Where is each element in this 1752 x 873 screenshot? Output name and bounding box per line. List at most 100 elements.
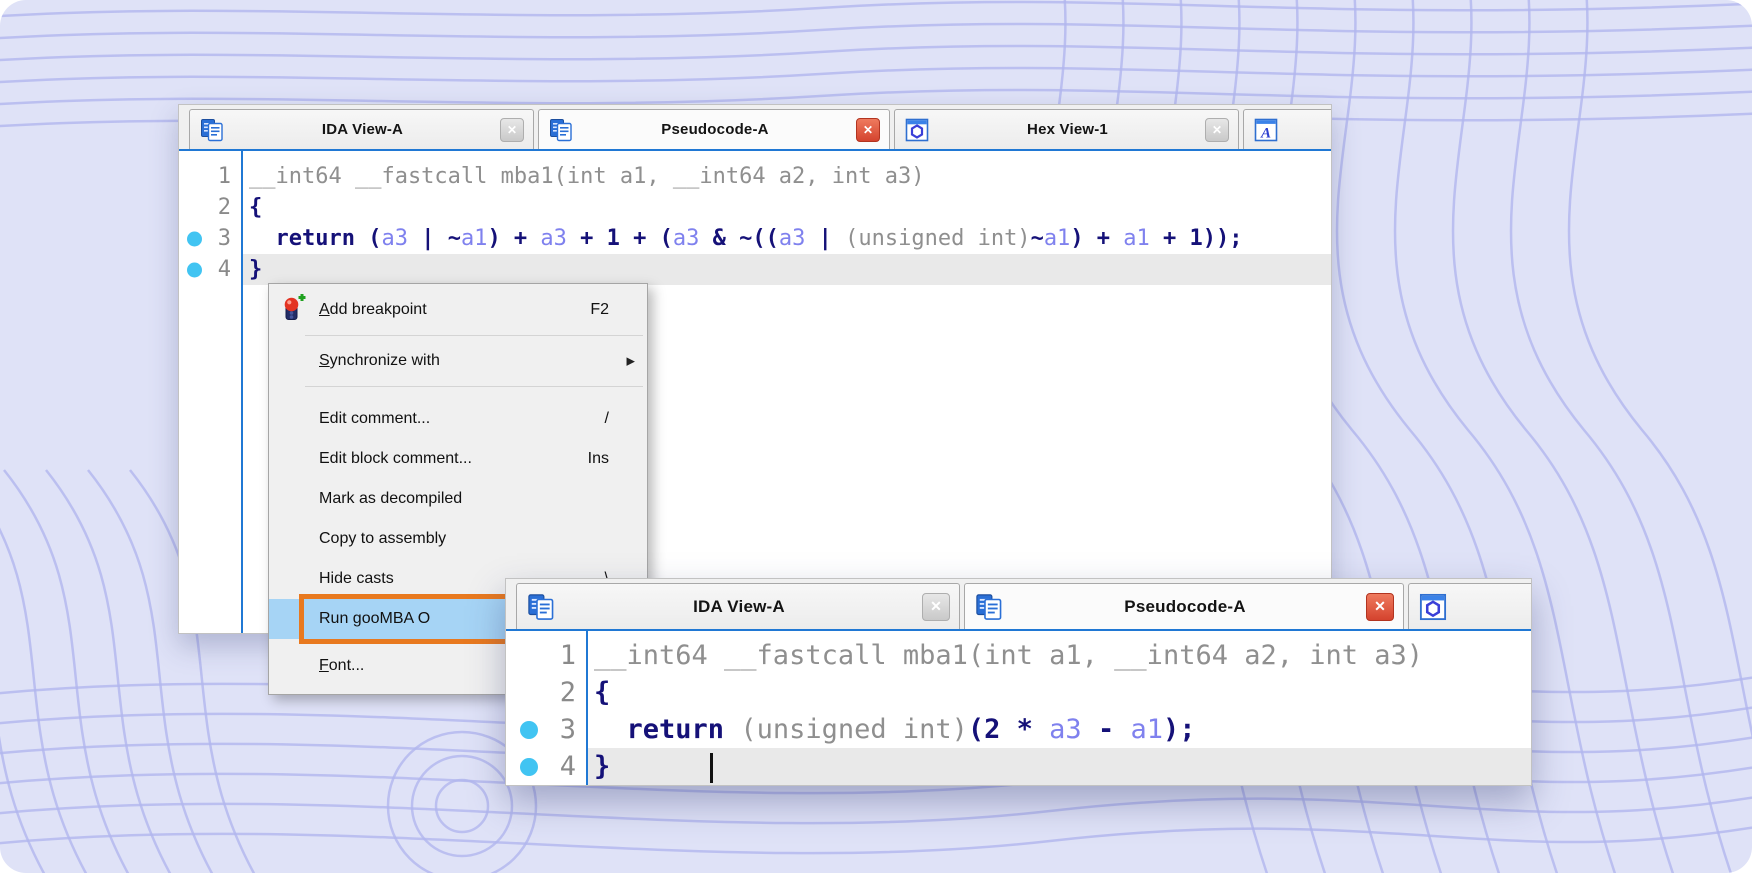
line-number: 2: [559, 677, 576, 708]
menu-item-copy-to-assembly[interactable]: Copy to assembly: [269, 519, 647, 559]
menu-item-label: Run gooMBA O: [319, 610, 431, 627]
breakpoint-dot-icon[interactable]: [187, 231, 202, 246]
tab-pseudocode-a[interactable]: Pseudocode-A ✕: [964, 583, 1404, 629]
tab-hex-view-1[interactable]: Hex View-1 ✕: [894, 109, 1239, 149]
tab-label: IDA View-A: [693, 596, 785, 616]
menu-item-label: Mark as decompiled: [319, 490, 463, 507]
menu-shortcut: F2: [590, 301, 609, 318]
ida-window-bottom: IDA View-A ✕ Pseudocode-A ✕ 1 2 3 4 __int64 __…: [505, 578, 1532, 786]
line-number: 2: [217, 195, 231, 220]
code-token: a1: [1123, 226, 1150, 251]
code-token: __int64 __fastcall mba1(int a1, __int64 …: [249, 164, 925, 189]
pseudocode-line[interactable]: {: [243, 192, 1331, 223]
line-number: 1: [559, 640, 576, 671]
close-icon[interactable]: ✕: [922, 592, 950, 621]
breakpoint-icon: [277, 293, 307, 328]
tab-ida-view-a[interactable]: IDA View-A ✕: [516, 583, 960, 629]
breakpoint-dot-icon[interactable]: [520, 757, 538, 776]
code-token: | ~: [407, 226, 461, 251]
menu-item-edit-block-comment[interactable]: Edit block comment... Ins: [269, 439, 647, 479]
code-token: a3: [778, 226, 806, 251]
pseudocode-line[interactable]: __int64 __fastcall mba1(int a1, __int64 …: [588, 637, 1531, 674]
code-token: -: [1081, 714, 1131, 745]
line-number: 3: [506, 711, 586, 748]
code-token: ~: [1030, 226, 1044, 251]
menu-item-mark-as-decompiled[interactable]: Mark as decompiled: [269, 479, 647, 519]
menu-item-add-breakpoint[interactable]: Add breakpoint F2: [269, 288, 647, 332]
ida-view-icon: [526, 592, 556, 622]
close-icon[interactable]: ✕: [1205, 117, 1229, 142]
pseudocode-icon: [974, 592, 1004, 622]
code-token: + 1));: [1149, 226, 1243, 251]
code-token: & ~((: [699, 226, 779, 251]
pseudocode-line[interactable]: return (unsigned int)(2 * a3 - a1);: [588, 711, 1531, 748]
tab-pseudocode-a[interactable]: Pseudocode-A ✕: [538, 109, 890, 149]
tab-ida-view-a[interactable]: IDA View-A ✕: [189, 109, 534, 149]
menu-shortcut: /: [604, 410, 609, 427]
menu-item-label: Font...: [319, 657, 365, 674]
menu-item-label: Synchronize with: [319, 352, 440, 369]
tab-label: IDA View-A: [321, 121, 404, 138]
pseudocode-line[interactable]: __int64 __fastcall mba1(int a1, __int64 …: [243, 161, 1331, 192]
tab-structures[interactable]: A: [1243, 109, 1331, 149]
code-token: a3: [381, 226, 408, 251]
app-canvas: IDA View-A ✕ Pseudocode-A ✕ Hex View-1 ✕ A …: [0, 0, 1752, 873]
menu-item-edit-comment[interactable]: Edit comment... /: [269, 399, 647, 439]
pseudocode-line[interactable]: }: [588, 748, 1531, 785]
svg-text:A: A: [1260, 125, 1271, 141]
menu-item-synchronize-with[interactable]: Synchronize with ▶: [269, 339, 647, 383]
text-caret: [710, 752, 714, 783]
code-token: a3: [540, 226, 567, 251]
menu-separator: [305, 386, 643, 387]
code-token: |: [805, 226, 846, 251]
menu-item-label: Hide casts: [319, 570, 394, 587]
code-token: (unsigned int): [845, 226, 1031, 251]
pseudocode-line[interactable]: }: [243, 254, 1331, 285]
code-token: __int64 __fastcall mba1(int a1, __int64 …: [594, 640, 1424, 671]
code-token: );: [1162, 714, 1196, 745]
code-token: a3: [672, 226, 700, 251]
breakpoint-dot-icon[interactable]: [187, 262, 202, 277]
tab-bar: IDA View-A ✕ Pseudocode-A ✕: [506, 579, 1531, 631]
close-icon[interactable]: ✕: [500, 117, 524, 142]
code-token: return (: [249, 226, 382, 251]
code-token: }: [594, 751, 611, 782]
code-token: (unsigned int): [740, 714, 968, 745]
hex-view-icon: [1418, 592, 1448, 622]
line-number: 1: [217, 164, 231, 189]
line-number: 4: [506, 748, 586, 785]
pseudocode-line[interactable]: return (a3 | ~a1) + a3 + 1 + (a3 & ~((a3…: [243, 223, 1331, 254]
menu-shortcut: Ins: [587, 450, 609, 467]
menu-item-label: Edit comment...: [319, 410, 431, 427]
menu-item-label: Add breakpoint: [319, 301, 427, 318]
code-token: ) +: [1070, 226, 1124, 251]
tab-label: Hex View-1: [1027, 121, 1108, 138]
menu-separator: [305, 335, 643, 336]
code-token: return: [594, 714, 741, 745]
menu-item-label: Copy to assembly: [319, 530, 447, 547]
breakpoint-dot-icon[interactable]: [520, 720, 538, 739]
tab-bar: IDA View-A ✕ Pseudocode-A ✕ Hex View-1 ✕ A: [179, 105, 1331, 151]
code-token: a1: [1130, 714, 1163, 745]
code-token: a1: [1043, 226, 1071, 251]
structures-icon: A: [1253, 117, 1279, 143]
line-number: 4: [179, 254, 241, 285]
code-token: {: [249, 195, 263, 220]
tab-hex-view[interactable]: [1408, 583, 1531, 629]
code-token: + 1 + (: [566, 226, 673, 251]
pseudocode-view: 1 2 3 4 __int64 __fastcall mba1(int a1, __in…: [506, 631, 1531, 785]
pseudocode-icon: [548, 117, 574, 143]
close-icon[interactable]: ✕: [1366, 592, 1394, 621]
tab-label: Pseudocode-A: [1124, 596, 1246, 616]
ida-view-icon: [199, 117, 225, 143]
menu-item-label: Edit block comment...: [319, 450, 472, 467]
pseudocode-line[interactable]: {: [588, 674, 1531, 711]
code-token: (2 *: [967, 714, 1050, 745]
line-number-gutter: 1 2 34: [179, 151, 241, 633]
code-token: ) +: [487, 226, 541, 251]
tab-label: Pseudocode-A: [661, 121, 769, 138]
code-token: }: [249, 257, 263, 282]
close-icon[interactable]: ✕: [856, 117, 880, 142]
code-pane[interactable]: __int64 __fastcall mba1(int a1, __int64 …: [586, 631, 1531, 785]
code-token: a3: [1049, 714, 1082, 745]
